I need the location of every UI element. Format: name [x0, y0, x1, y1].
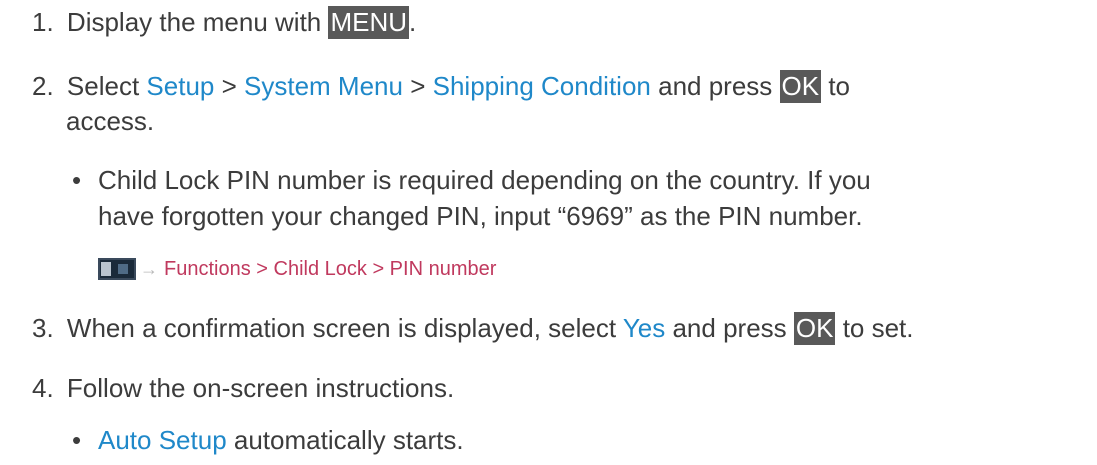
bullet: •: [72, 425, 82, 455]
auto-setup-link[interactable]: Auto Setup: [98, 425, 227, 455]
tv-menu-icon: [98, 258, 136, 280]
shipping-condition-link[interactable]: Shipping Condition: [433, 71, 651, 101]
bullet: •: [72, 165, 82, 195]
note-2-text: automatically starts.: [226, 425, 464, 455]
note-2: • Auto Setup automatically starts.: [72, 424, 464, 456]
arrow-right-icon: →: [140, 259, 158, 279]
step-3-to-set: to set.: [835, 313, 914, 343]
step-2: 2. Select Setup > System Menu > Shipping…: [32, 70, 850, 103]
ok-key: OK: [793, 312, 836, 345]
note-1-text-1: Child Lock PIN number is required depend…: [98, 165, 871, 195]
step-3-press: and press: [665, 313, 794, 343]
menu-key: MENU: [328, 6, 410, 39]
step-2-to: to: [821, 71, 851, 101]
step-2-text: Select: [66, 71, 147, 101]
step-2-access: access.: [66, 106, 155, 136]
step-2-press: and press: [650, 71, 780, 101]
step-2-continuation: access.: [66, 105, 154, 137]
step-3-text: When a confirmation screen is displayed,…: [66, 313, 623, 343]
reference-link[interactable]: → Functions > Child Lock > PIN number: [98, 256, 496, 282]
step-1-text: Display the menu with: [66, 7, 329, 37]
yes-link[interactable]: Yes: [623, 313, 665, 343]
step-1-number: 1.: [32, 7, 54, 37]
setup-link[interactable]: Setup: [146, 71, 214, 101]
step-4-number: 4.: [32, 373, 54, 403]
step-4-text: Follow the on-screen instructions.: [66, 373, 455, 403]
step-1: 1. Display the menu with MENU.: [32, 6, 416, 39]
note-1-line-2: have forgotten your changed PIN, input “…: [98, 200, 863, 232]
step-3-number: 3.: [32, 313, 54, 343]
step-3: 3. When a confirmation screen is display…: [32, 312, 914, 345]
system-menu-link[interactable]: System Menu: [244, 71, 403, 101]
ok-key: OK: [779, 70, 822, 103]
step-2-number: 2.: [32, 71, 54, 101]
separator: >: [214, 71, 245, 101]
step-1-period: .: [409, 7, 417, 37]
note-1-line-1: • Child Lock PIN number is required depen…: [72, 164, 871, 196]
note-1-text-2: have forgotten your changed PIN, input “…: [98, 201, 863, 231]
step-4: 4. Follow the on-screen instructions.: [32, 372, 454, 404]
separator: >: [402, 71, 433, 101]
reference-text[interactable]: Functions > Child Lock > PIN number: [164, 256, 496, 282]
